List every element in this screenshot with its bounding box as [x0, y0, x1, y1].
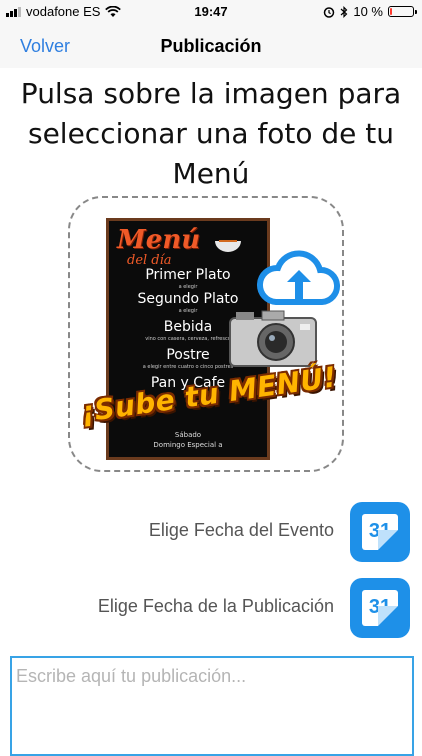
- page-title: Publicación: [160, 36, 262, 56]
- navigation-bar: Volver Publicación: [0, 24, 422, 68]
- event-date-row: Elige Fecha del Evento 31: [10, 502, 410, 562]
- menu-footer-days: Sábado: [174, 431, 202, 439]
- bluetooth-icon: [340, 5, 348, 18]
- event-date-button[interactable]: 31: [350, 502, 410, 562]
- menu-item: Segundo Plato: [137, 291, 239, 307]
- battery-level: [390, 8, 392, 15]
- publication-date-label[interactable]: Elige Fecha de la Publicación: [98, 596, 334, 617]
- menu-photo-picker[interactable]: Menú del día Primer Plato a elegir Segun…: [68, 196, 344, 472]
- calendar-icon: 31: [362, 590, 398, 626]
- publication-date-button[interactable]: 31: [350, 578, 410, 638]
- publication-date-row: Elige Fecha de la Publicación 31: [10, 578, 410, 638]
- status-bar: vodafone ES 19:47 10 %: [0, 0, 422, 24]
- soup-bowl-icon: [215, 240, 241, 252]
- menu-item: Primer Plato: [145, 267, 231, 283]
- menu-board-title: Menú: [117, 225, 201, 255]
- menu-footer-special: Domingo Especial a: [153, 441, 223, 449]
- alarm-icon: [324, 6, 335, 18]
- menu-board-subtitle: del día: [127, 253, 172, 268]
- cloud-upload-icon: [257, 250, 340, 305]
- instruction-text: Pulsa sobre la imagen para seleccionar u…: [20, 77, 402, 190]
- menu-item-note: a elegir: [178, 284, 198, 290]
- battery-percent: 10 %: [353, 4, 383, 19]
- battery-icon: [388, 6, 417, 17]
- calendar-icon: 31: [362, 514, 398, 550]
- publication-text-input[interactable]: [10, 656, 414, 756]
- event-date-label[interactable]: Elige Fecha del Evento: [149, 520, 334, 541]
- status-right: 10 %: [323, 4, 417, 19]
